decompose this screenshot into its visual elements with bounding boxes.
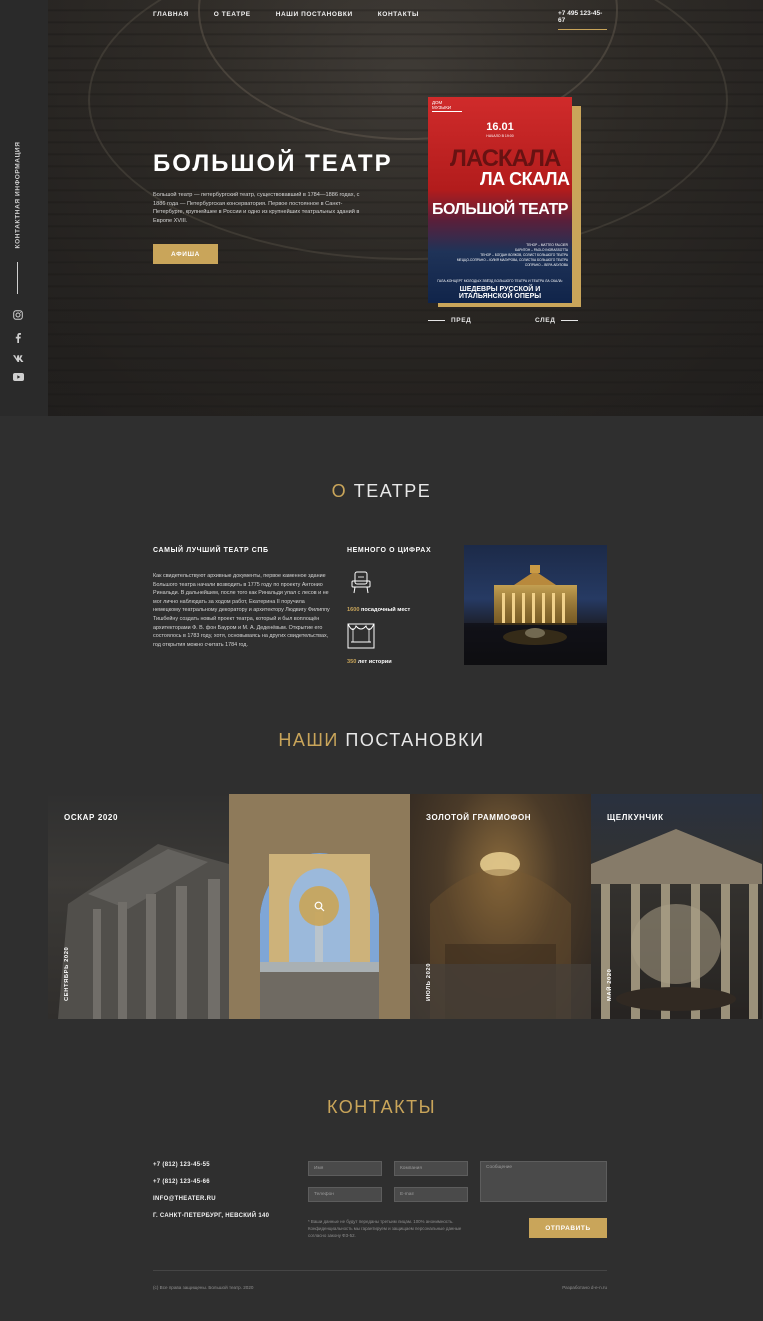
poster-date: 16.01 <box>486 121 514 133</box>
hero-description: Большой театр — петербургский театр, сущ… <box>153 192 360 224</box>
poster-time: НАЧАЛО В 19:00 <box>486 134 514 138</box>
about-title: О театре <box>331 481 432 501</box>
numbers-heading: Немного о цифрах <box>347 547 432 554</box>
hero-title: Большой театр <box>153 150 393 177</box>
nav-shows[interactable]: Наши постановки <box>276 11 353 18</box>
show-title: Оскар 2020 <box>64 813 119 822</box>
show-card-gramophone[interactable]: Золотой граммофон Июль 2020 <box>410 794 591 1019</box>
contact-address: г. Санкт-Петербург, Невский 140 <box>153 1213 270 1219</box>
youtube-icon[interactable] <box>11 370 25 384</box>
show-card-nutcracker[interactable]: Щелкунчик Май 2020 <box>591 794 762 1019</box>
contact-email[interactable]: INFO@THEATER.RU <box>153 1196 216 1202</box>
header-phone[interactable]: +7 495 123-45-67 <box>558 10 607 30</box>
slider-prev-label: Пред <box>451 317 472 324</box>
slider-prev[interactable]: Пред <box>428 317 471 324</box>
nav-about[interactable]: О театре <box>214 11 251 18</box>
about-left-heading: Самый лучший театр СПб <box>153 547 269 554</box>
email-field[interactable] <box>394 1187 468 1202</box>
contact-sidebar: Контактная информация <box>0 0 48 416</box>
stat-years: 350 лет истории <box>347 659 392 665</box>
shows-title: Наши постановки <box>278 730 485 750</box>
poster-logo: ДОМ МУЗЫКИ <box>432 100 462 112</box>
main-nav: Главная О театре Наши постановки Контакт… <box>153 11 419 18</box>
show-title: Золотой граммофон <box>426 813 532 822</box>
shows-grid: Оскар 2020 Сентябрь 2020 Золотой граммоф… <box>48 794 763 1019</box>
afisha-button[interactable]: Афиша <box>153 244 218 264</box>
poster-subtitle: ШЕДЕВРЫ РУССКОЙ И ИТАЛЬЯНСКОЙ ОПЕРЫ <box>458 286 542 300</box>
show-title: Щелкунчик <box>607 813 664 822</box>
show-date: Май 2020 <box>607 968 613 1002</box>
search-icon[interactable] <box>299 886 339 926</box>
stat-seats: 1600 посадочный мест <box>347 607 411 613</box>
about-text: Как свидетельствуют архивные документы, … <box>153 573 330 648</box>
contact-phone-1[interactable]: +7 (812) 123-45-55 <box>153 1162 210 1168</box>
footer-developer[interactable]: Разработано d-e-n.ru <box>562 1285 607 1290</box>
instagram-icon[interactable] <box>11 308 25 322</box>
contacts-title: Контакты <box>326 1097 437 1117</box>
company-field[interactable] <box>394 1161 468 1176</box>
arrow-left-icon <box>428 320 445 321</box>
name-field[interactable] <box>308 1161 382 1176</box>
poster-headline-2: БОЛЬШОЙ ТЕАТР <box>432 201 568 218</box>
theater-photo <box>464 545 607 665</box>
stage-icon <box>347 623 375 649</box>
contact-phone-2[interactable]: +7 (812) 123-45-66 <box>153 1179 210 1185</box>
slider-next[interactable]: След <box>535 317 579 324</box>
message-field[interactable] <box>480 1161 607 1202</box>
event-poster[interactable]: ДОМ МУЗЫКИ 16.01 НАЧАЛО В 19:00 ЛАСКАЛА … <box>428 97 572 303</box>
poster-headline-1: ЛА СКАЛА <box>480 169 570 189</box>
show-date: Сентябрь 2020 <box>64 946 70 1001</box>
nav-home[interactable]: Главная <box>153 11 189 18</box>
phone-field[interactable] <box>308 1187 382 1202</box>
poster-cast: ТЕНОР – MATTEO FALCIER БАРИТОН – PAOLO I… <box>456 243 568 267</box>
footer-copyright: (c) Все права защищены. Большой театр. 2… <box>153 1285 254 1290</box>
sidebar-divider <box>17 262 18 294</box>
poster-concert: ГАЛА-КОНЦЕРТ МОЛОДЫХ ЗВЁЗД БОЛЬШОГО ТЕАТ… <box>437 279 563 283</box>
sidebar-label: Контактная информация <box>14 141 22 249</box>
arrow-right-icon <box>561 320 579 321</box>
show-card-arch[interactable] <box>229 794 410 1019</box>
facebook-icon[interactable] <box>11 331 25 345</box>
vk-icon[interactable] <box>11 351 25 365</box>
slider-next-label: След <box>535 317 556 324</box>
nav-contacts[interactable]: Контакты <box>378 11 419 18</box>
consent-text: * Ваши данные не будут переданы третьим … <box>308 1219 462 1238</box>
show-card-oscar[interactable]: Оскар 2020 Сентябрь 2020 <box>48 794 229 1019</box>
show-date: Июль 2020 <box>426 962 432 1001</box>
seat-icon <box>351 571 371 594</box>
send-button[interactable]: Отправить <box>529 1218 607 1238</box>
footer-divider <box>153 1270 607 1271</box>
